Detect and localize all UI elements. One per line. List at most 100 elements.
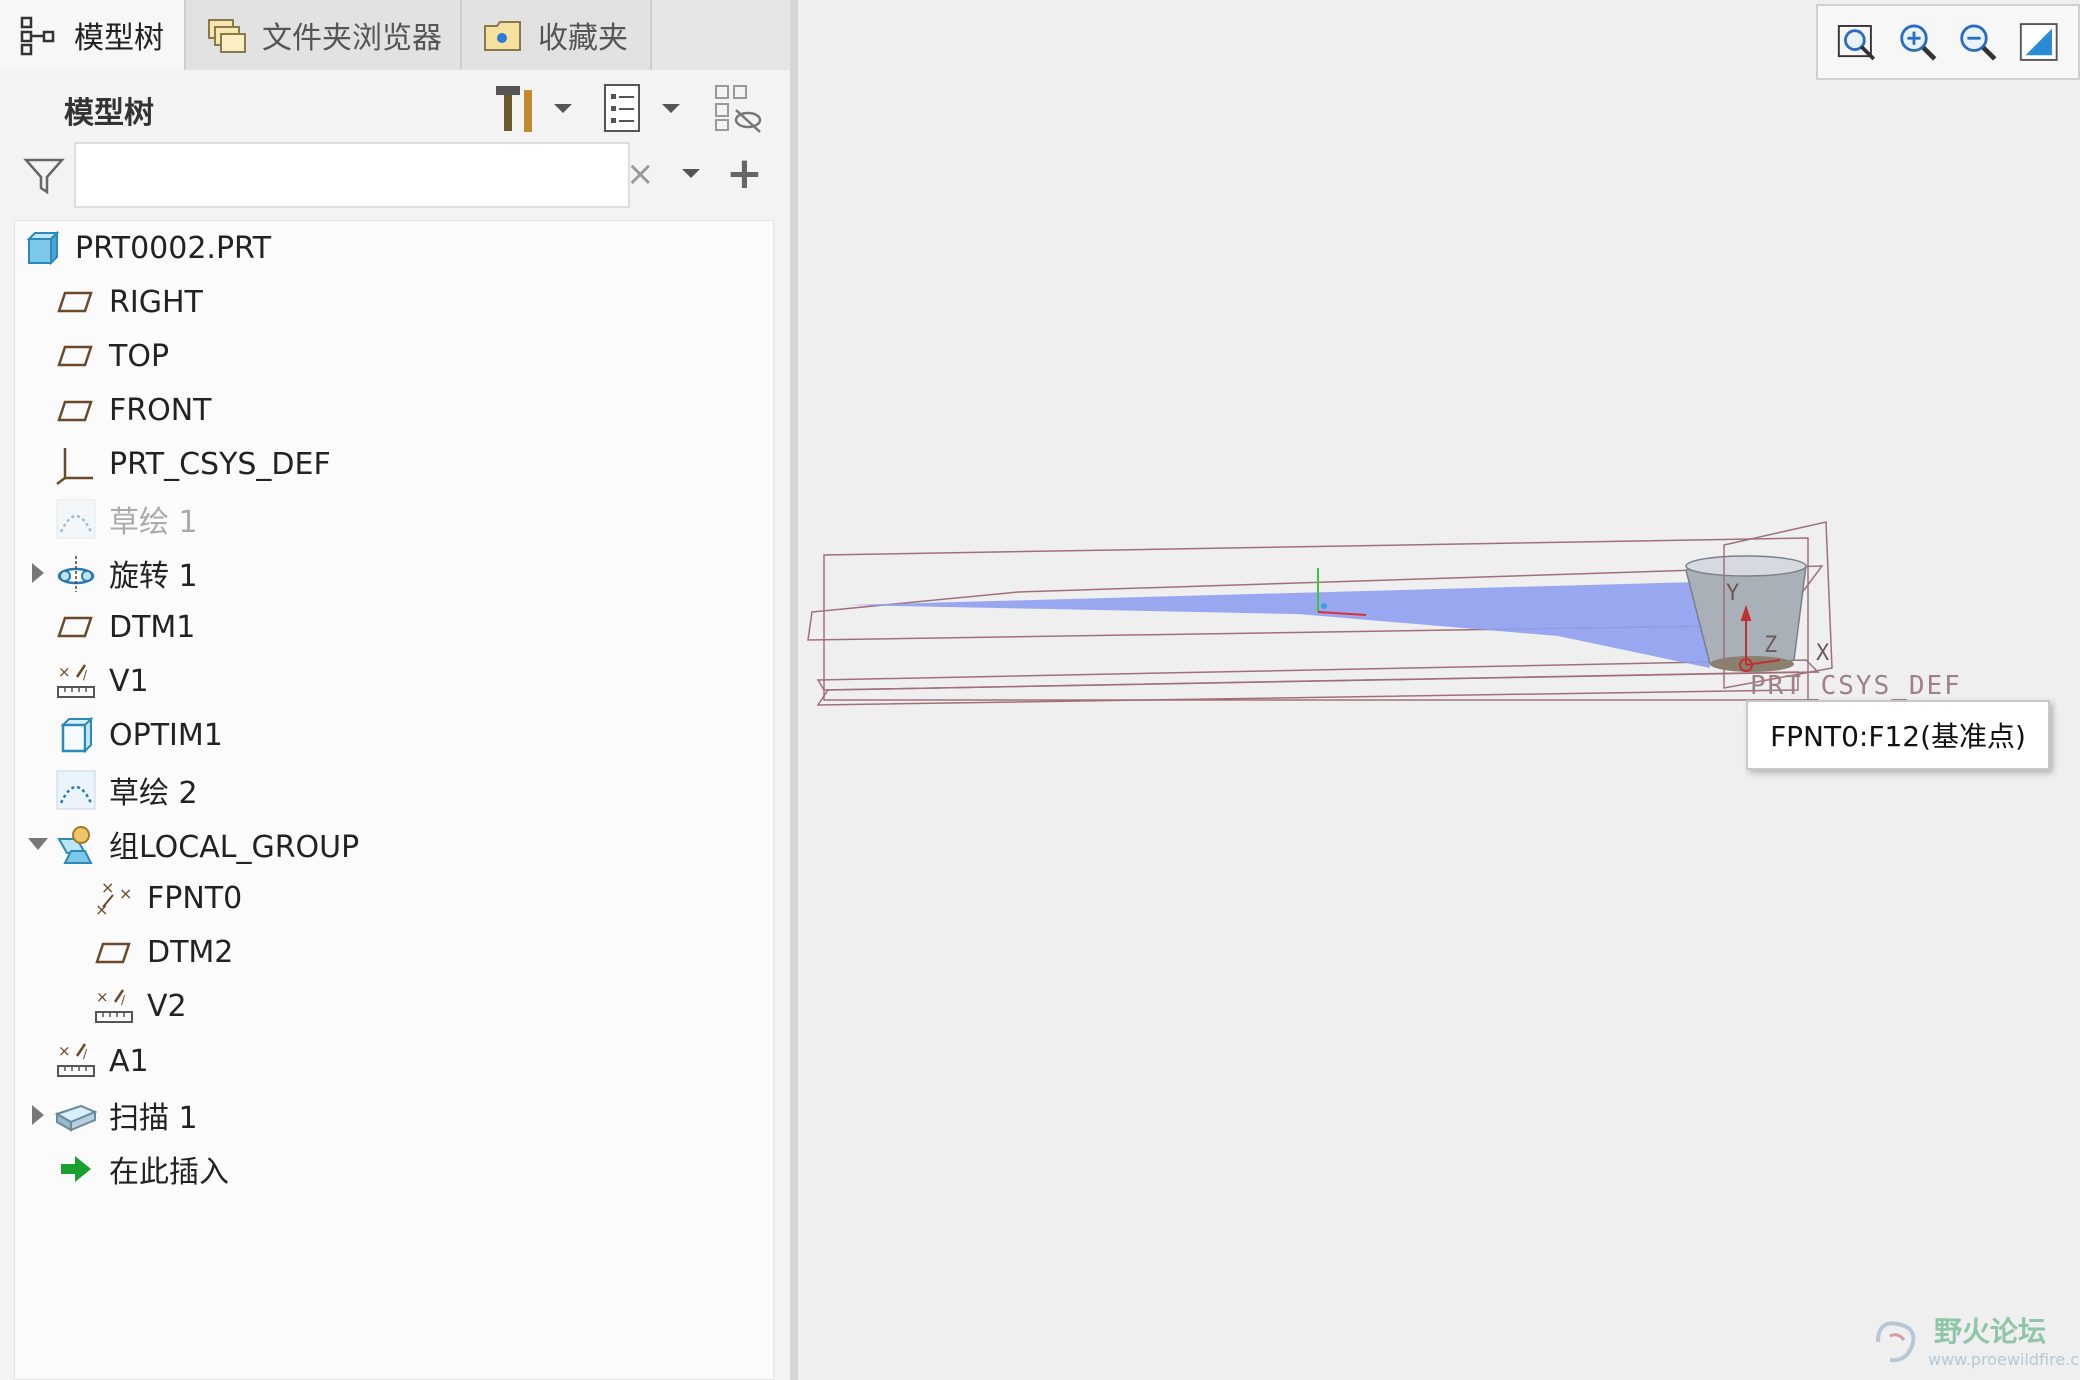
sweep-icon (54, 1094, 98, 1136)
tree-item-label: 草绘 1 (109, 505, 198, 540)
tree-item-label: TOP (109, 338, 170, 374)
swept-surface (848, 582, 1710, 668)
tree-item-label: DTM1 (109, 609, 196, 645)
show-hidden-icon (715, 85, 762, 133)
axis-y-label: Y (1726, 581, 1739, 606)
analysis-icon: × / (93, 986, 135, 1028)
tree-item[interactable]: × / A1 (55, 1034, 149, 1088)
zoom-in-icon[interactable] (1897, 20, 1939, 64)
tree-item[interactable]: RIGHT (55, 275, 203, 329)
filter-row: × + (0, 140, 790, 212)
tree-item-label: DTM2 (147, 935, 234, 971)
tree-item-label: 草绘 2 (109, 776, 198, 811)
tree-item-label: 扫描 1 (109, 1101, 198, 1137)
watermark-title: 野火论坛 (1934, 1315, 2047, 1348)
tree-item-label: 组LOCAL_GROUP (109, 830, 360, 866)
tree-item[interactable]: 草绘 2 (55, 763, 198, 817)
svg-text:×: × (58, 1042, 71, 1060)
tree-item[interactable]: 在此插入 (55, 1142, 229, 1196)
datum-plane-icon (55, 281, 97, 323)
datum-plane-icon (55, 335, 97, 377)
tree-header: 模型树 (0, 70, 790, 145)
tree-columns-icon (604, 84, 640, 132)
settings-button[interactable] (490, 80, 576, 136)
tab-favorites[interactable]: 收藏夹 (462, 0, 652, 70)
tree-item-label: V2 (147, 989, 187, 1025)
search-dropdown-icon[interactable] (680, 162, 702, 184)
optimization-icon (55, 715, 97, 757)
svg-text:/: / (83, 668, 88, 682)
tree-item-label: FPNT0 (147, 880, 243, 916)
tab-folder-browser-label: 文件夹浏览器 (262, 21, 442, 56)
tree-item[interactable]: PRT0002.PRT (21, 221, 271, 275)
svg-text:/: / (83, 1047, 88, 1061)
chevron-down-icon (554, 104, 572, 113)
sketch-icon (55, 769, 97, 811)
analysis-icon: × / (55, 1040, 97, 1082)
expanded-arrow-icon[interactable] (25, 831, 51, 857)
insert-here-arrow-icon (55, 1148, 97, 1190)
tree-item-label: PRT0002.PRT (75, 230, 272, 266)
tree-item-label: OPTIM1 (109, 718, 223, 754)
tree-item[interactable]: DTM2 (93, 926, 233, 980)
tree-item[interactable]: DTM1 (55, 600, 195, 654)
revolve-icon (55, 552, 97, 594)
view-toolbar (1816, 4, 2080, 80)
tree-item-label: RIGHT (109, 284, 203, 320)
clear-search-icon[interactable]: × (626, 154, 655, 194)
tree-item[interactable]: × / V1 (55, 655, 149, 709)
datum-plane-outline (816, 659, 1820, 691)
tree-item[interactable]: TOP (55, 329, 169, 383)
tab-favorites-label: 收藏夹 (538, 21, 628, 56)
filter-icon[interactable] (22, 154, 66, 198)
folder-browser-icon (208, 19, 246, 53)
tree-item-label: FRONT (109, 393, 212, 429)
zoom-out-icon[interactable] (1957, 20, 1999, 64)
tree-item[interactable]: 草绘 1 (55, 492, 198, 546)
tree-item[interactable]: FRONT (55, 384, 211, 438)
favorites-icon (484, 21, 521, 51)
tree-item-label: 旋转 1 (109, 559, 198, 595)
svg-text:×: × (101, 878, 114, 897)
tree-item-label: V1 (109, 664, 149, 700)
tree-item[interactable]: 组LOCAL_GROUP (28, 817, 360, 871)
coordinate-system-icon (55, 444, 97, 486)
tree-item[interactable]: 扫描 1 (32, 1088, 198, 1142)
datum-point-icon: × × × (93, 877, 135, 919)
refit-icon[interactable] (1836, 20, 1878, 64)
tree-title: 模型树 (64, 96, 154, 131)
analysis-icon: × / (55, 661, 97, 703)
tab-folder-browser[interactable]: 文件夹浏览器 (186, 0, 462, 70)
panel-splitter[interactable] (790, 0, 798, 1380)
add-filter-button[interactable]: + (726, 146, 763, 202)
model-viewport[interactable]: Y Z X PRT_CSYS_DEF (798, 0, 2080, 1380)
tree-item[interactable]: OPTIM1 (55, 709, 223, 763)
chevron-down-icon (662, 104, 680, 113)
tree-item-label: 在此插入 (109, 1155, 229, 1191)
part-icon (21, 227, 63, 269)
csys-label: PRT_CSYS_DEF (1750, 671, 1962, 701)
tree-item[interactable]: 旋转 1 (32, 546, 198, 600)
svg-text:×: × (96, 988, 109, 1006)
svg-text:/: / (121, 993, 126, 1007)
group-icon (55, 823, 97, 865)
search-input[interactable] (74, 142, 630, 208)
collapsed-arrow-icon[interactable] (25, 560, 51, 586)
svg-text:×: × (119, 884, 132, 903)
axis-x-label: X (1816, 641, 1830, 666)
watermark-url: www.proewildfire.cn (1928, 1350, 2080, 1369)
tree-columns-button[interactable] (600, 80, 684, 136)
sketch-icon (55, 498, 97, 540)
model-tree-panel: 模型树 文件夹浏览器 收藏夹 模型树 × + PRT0002.PRT RIGHT… (0, 0, 790, 1380)
tree-item[interactable]: × × × FPNT0 (93, 871, 242, 925)
repaint-icon[interactable] (2018, 20, 2060, 64)
tree-item[interactable]: PRT_CSYS_DEF (55, 438, 331, 492)
model-tree: PRT0002.PRT RIGHT TOP FRONT PRT_CSYS_DEF 草绘 1… (14, 220, 774, 1380)
tab-model-tree[interactable]: 模型树 (0, 0, 186, 70)
collapsed-arrow-icon[interactable] (25, 1102, 51, 1128)
tab-model-tree-label: 模型树 (74, 21, 164, 56)
watermark: 野火论坛 www.proewildfire.cn (1868, 1310, 2080, 1376)
watermark-logo-icon (1876, 1321, 1916, 1363)
show-hidden-button[interactable] (712, 80, 764, 136)
tree-item[interactable]: × / V2 (93, 980, 187, 1034)
